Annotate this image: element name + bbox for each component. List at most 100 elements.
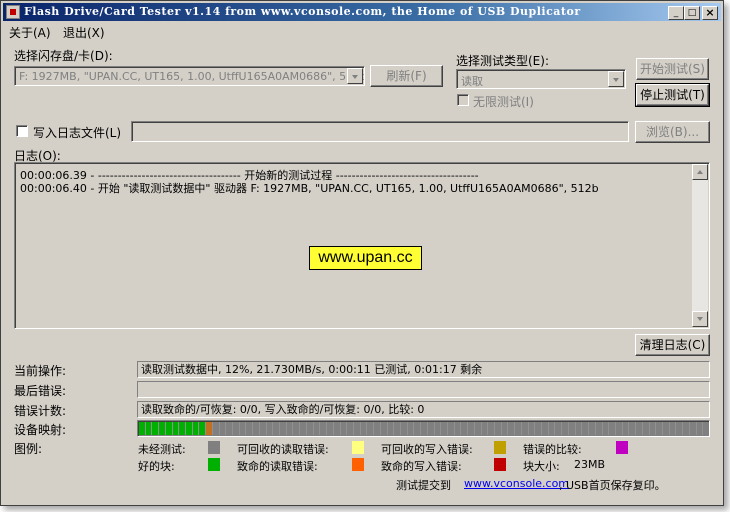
legend-compare-error-swatch: [616, 441, 628, 454]
device-map-block: [159, 422, 166, 435]
device-map-block: [380, 422, 388, 435]
log-scrollbar[interactable]: [692, 164, 708, 327]
menu-exit[interactable]: 退出(X): [63, 24, 105, 41]
scroll-down-icon[interactable]: [692, 311, 708, 327]
current-op-value: 读取测试数据中, 12%, 21.730MB/s, 0:00:11 已测试, 0…: [137, 361, 710, 378]
close-button[interactable]: ×: [702, 6, 718, 20]
device-map-block: [219, 422, 227, 435]
chevron-down-icon[interactable]: [608, 71, 624, 87]
error-count-label: 错误计数:: [14, 404, 67, 418]
device-map-block: [246, 422, 254, 435]
unlimited-checkbox[interactable]: [457, 94, 469, 106]
device-map-block: [387, 422, 395, 435]
device-map-block: [421, 422, 428, 435]
drive-label: 选择闪存盘/卡(D):: [14, 49, 113, 63]
device-map-block: [306, 422, 314, 435]
device-map-block: [313, 422, 321, 435]
device-map-block: [394, 422, 401, 435]
legend-fatal-write-swatch: [494, 458, 506, 471]
device-map-block: [582, 422, 590, 435]
device-map-block: [434, 422, 442, 435]
device-map-block: [669, 422, 677, 435]
clear-log-button[interactable]: 清理日志(C): [635, 334, 710, 356]
device-map-block: [327, 422, 334, 435]
device-map-block: [320, 422, 328, 435]
device-map-block: [199, 422, 207, 435]
device-map-block: [468, 422, 475, 435]
device-map-block: [340, 422, 348, 435]
device-map-block: [696, 422, 704, 435]
legend-good-swatch: [208, 458, 220, 471]
device-map-block: [273, 422, 281, 435]
device-map-block: [589, 422, 596, 435]
block-size-value: 23MB: [574, 458, 606, 471]
legend-untested-swatch: [208, 441, 220, 454]
device-map-block: [703, 422, 709, 435]
device-map-block: [172, 422, 180, 435]
device-map-block: [145, 422, 153, 435]
device-map-block: [461, 422, 469, 435]
stop-test-button[interactable]: 停止测试(T): [635, 83, 710, 107]
scroll-up-icon[interactable]: [692, 164, 708, 180]
device-map-block: [676, 422, 684, 435]
log-file-path-input[interactable]: [131, 121, 629, 142]
title-bar[interactable]: Flash Drive/Card Tester v1.14 from www.v…: [3, 3, 721, 21]
device-map-block: [360, 422, 368, 435]
log-file-checkbox[interactable]: [16, 125, 28, 137]
device-map-block: [542, 422, 549, 435]
device-map-block: [333, 422, 341, 435]
device-map-block: [414, 422, 422, 435]
test-type-select[interactable]: 读取: [456, 69, 626, 89]
footer-link[interactable]: www.vconsole.com: [464, 477, 569, 490]
last-error-value: [137, 381, 710, 398]
device-map-block: [488, 422, 496, 435]
menu-about[interactable]: 关于(A): [9, 24, 51, 41]
window-title: Flash Drive/Card Tester v1.14 from www.v…: [24, 5, 581, 18]
device-map-block: [165, 422, 173, 435]
device-map-block: [642, 422, 650, 435]
legend-fatal-write-label: 致命的写入错误:: [381, 460, 462, 473]
device-map-block: [548, 422, 556, 435]
device-map-block: [555, 422, 563, 435]
device-map-block: [515, 422, 522, 435]
footer-prefix: 测试提交到: [396, 479, 451, 492]
legend-recoverable-write-label: 可回收的写入错误:: [381, 443, 473, 456]
refresh-button[interactable]: 刷新(F): [370, 65, 443, 87]
device-map-block: [239, 422, 247, 435]
log-file-label: 写入日志文件(L): [33, 126, 122, 140]
start-test-button[interactable]: 开始测试(S): [636, 58, 709, 80]
device-map-block: [528, 422, 536, 435]
maximize-button[interactable]: □: [684, 6, 700, 20]
device-map-block: [280, 422, 287, 435]
browse-button[interactable]: 浏览(B)...: [635, 121, 710, 143]
legend-good-label: 好的块:: [138, 460, 175, 473]
device-map-block: [622, 422, 630, 435]
device-map-block: [293, 422, 301, 435]
last-error-label: 最后错误:: [14, 384, 67, 398]
device-map-block: [152, 422, 160, 435]
device-map-block: [286, 422, 294, 435]
device-map-block: [367, 422, 375, 435]
device-map-block: [427, 422, 435, 435]
legend-untested-label: 未经测试:: [138, 443, 186, 456]
device-map-block: [179, 422, 186, 435]
device-map-block: [481, 422, 489, 435]
drive-select[interactable]: F: 1927MB, "UPAN.CC, UT165, 1.00, UtffU1…: [14, 66, 365, 86]
device-map-block: [374, 422, 381, 435]
legend-recoverable-read-label: 可回收的读取错误:: [237, 443, 329, 456]
device-map-block: [407, 422, 415, 435]
device-map-block: [400, 422, 408, 435]
device-map-block: [629, 422, 637, 435]
watermark-logo: www.upan.cc: [309, 246, 422, 270]
chevron-down-icon[interactable]: [347, 68, 363, 84]
minimize-button[interactable]: _: [668, 6, 684, 20]
menu-bar: 关于(A) 退出(X): [3, 22, 721, 40]
legend-compare-error-label: 错误的比较:: [523, 443, 582, 456]
device-map-block: [448, 422, 455, 435]
device-map-block: [501, 422, 509, 435]
device-map-block: [441, 422, 448, 435]
device-map-block: [353, 422, 361, 435]
app-window: Flash Drive/Card Tester v1.14 from www.v…: [0, 0, 724, 506]
device-map-block: [662, 422, 670, 435]
app-icon[interactable]: [6, 5, 20, 19]
